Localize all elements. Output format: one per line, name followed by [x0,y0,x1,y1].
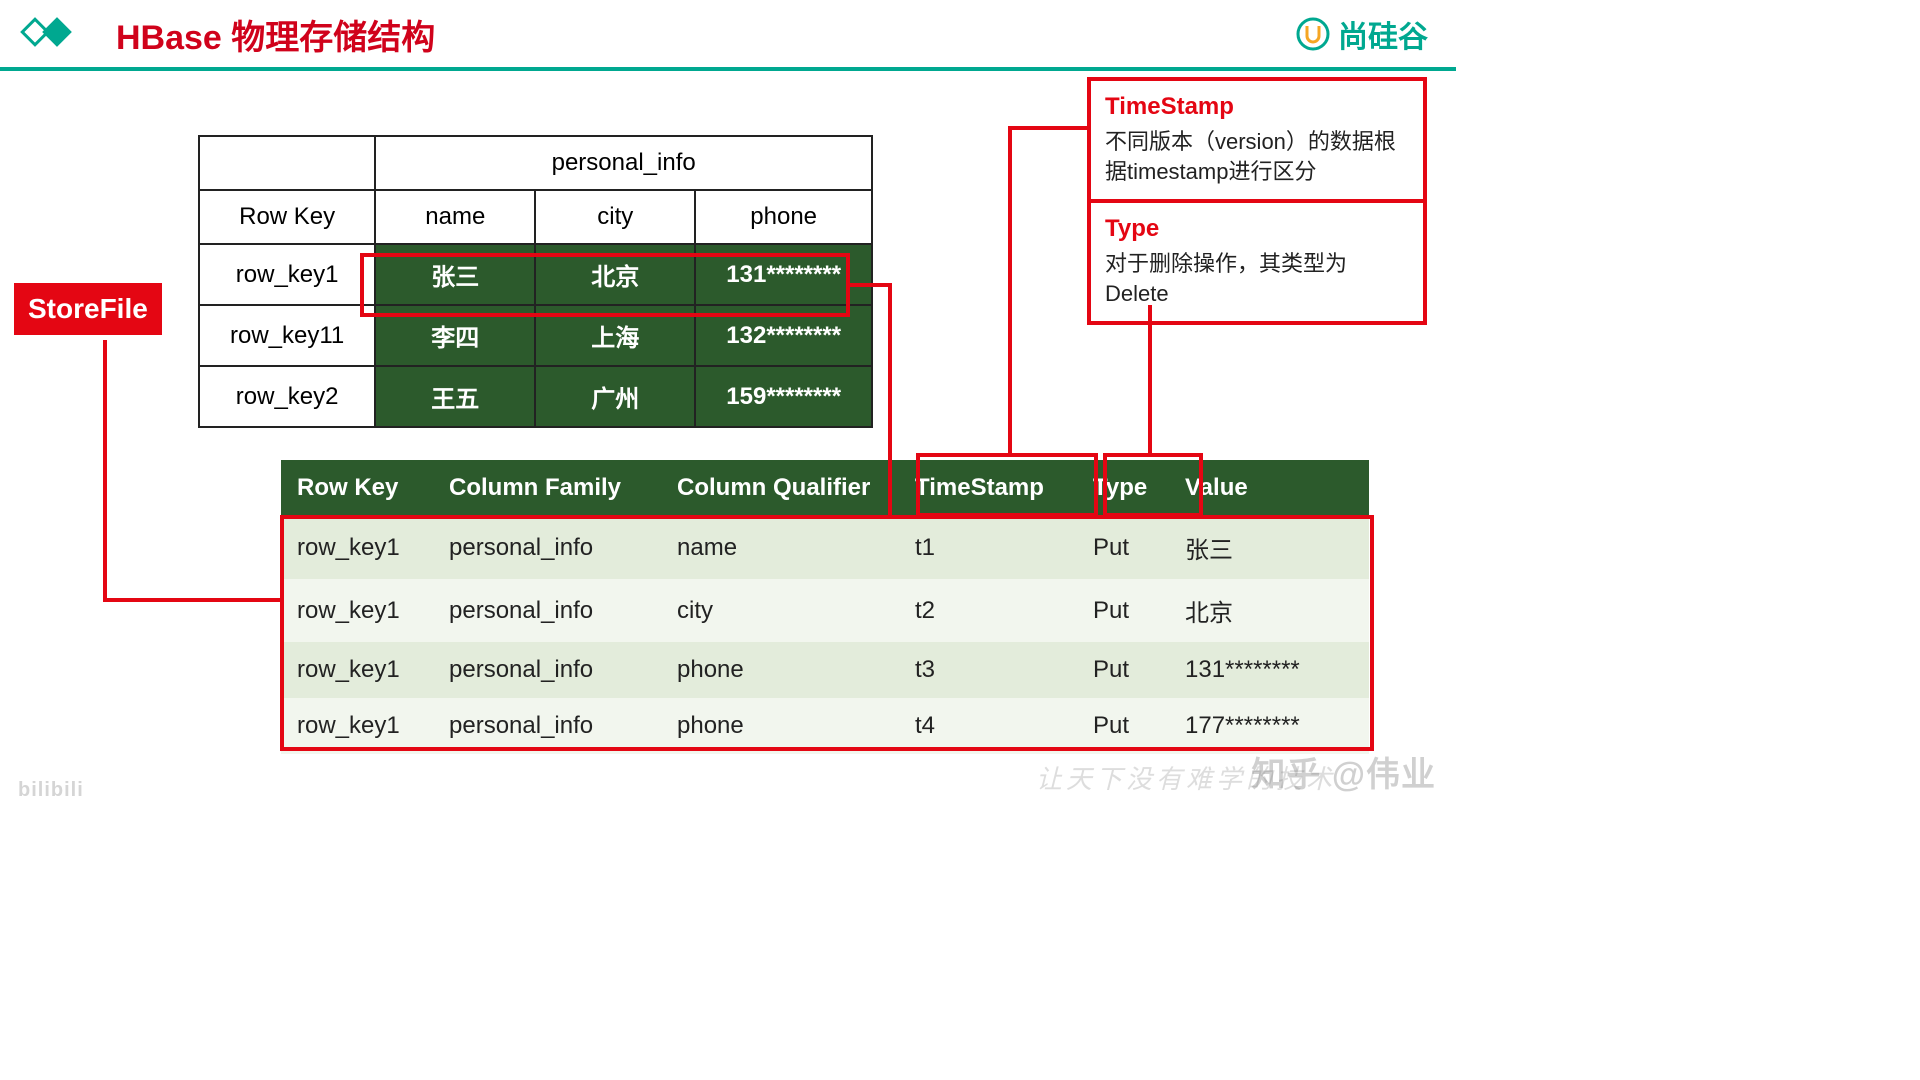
col-header-city: city [535,190,695,244]
phys-cell: row_key1 [281,698,433,754]
phys-cell: Put [1077,516,1169,579]
value-cell: 131******** [695,244,872,305]
phys-cell: personal_info [433,579,661,642]
value-cell: 132******** [695,305,872,366]
phys-cell: t4 [899,698,1077,754]
callout-timestamp: TimeStamp 不同版本（version）的数据根据timestamp进行区… [1087,77,1427,203]
phys-cell: personal_info [433,698,661,754]
phys-header-value: Value [1169,460,1369,516]
callout-body: 不同版本（version）的数据根据timestamp进行区分 [1105,127,1409,186]
value-cell: 北京 [535,244,695,305]
phys-cell: row_key1 [281,642,433,698]
table-row: row_key1 personal_info phone t4 Put 177*… [281,698,1369,754]
rowkey-cell: row_key1 [199,244,375,305]
phys-header-cq: Column Qualifier [661,460,899,516]
watermark: 知乎 @伟业 [1251,747,1436,796]
phys-cell: name [661,516,899,579]
phys-cell: row_key1 [281,516,433,579]
callout-title: Type [1105,213,1409,245]
diamond-logo-icon [20,15,76,55]
phys-header-type: Type [1077,460,1169,516]
col-header-name: name [375,190,535,244]
phys-cell: phone [661,642,899,698]
header: HBase 物理存储结构 尚硅谷 [0,0,1456,71]
value-cell: 广州 [535,366,695,427]
callout-title: TimeStamp [1105,91,1409,123]
value-cell: 张三 [375,244,535,305]
logical-table: personal_info Row Key name city phone ro… [198,135,873,428]
phys-cell: Put [1077,698,1169,754]
phys-cell: 北京 [1169,579,1369,642]
table-row: row_key1 personal_info city t2 Put 北京 [281,579,1369,642]
value-cell: 李四 [375,305,535,366]
brand: 尚硅谷 [1296,12,1428,56]
value-cell: 王五 [375,366,535,427]
phys-cell: row_key1 [281,579,433,642]
phys-cell: city [661,579,899,642]
phys-cell: 177******** [1169,698,1369,754]
phys-cell: t2 [899,579,1077,642]
phys-cell: Put [1077,579,1169,642]
logical-row: row_key1 张三 北京 131******** [199,244,872,305]
phys-cell: 张三 [1169,516,1369,579]
rowkey-cell: row_key2 [199,366,375,427]
physical-table: Row Key Column Family Column Qualifier T… [281,460,1369,754]
phys-header-rowkey: Row Key [281,460,433,516]
logical-row: row_key11 李四 上海 132******** [199,305,872,366]
bilibili-watermark: bilibili [18,779,84,802]
phys-cell: 131******** [1169,642,1369,698]
page-title: HBase 物理存储结构 [116,10,435,59]
value-cell: 上海 [535,305,695,366]
logical-row: row_key2 王五 广州 159******** [199,366,872,427]
rowkey-cell: row_key11 [199,305,375,366]
phys-header-ts: TimeStamp [899,460,1077,516]
blank-header-cell [199,136,375,190]
callout-type: Type 对于删除操作，其类型为Delete [1087,199,1427,325]
value-cell: 159******** [695,366,872,427]
table-row: row_key1 personal_info phone t3 Put 131*… [281,642,1369,698]
phys-header-cf: Column Family [433,460,661,516]
phys-cell: personal_info [433,516,661,579]
phys-cell: phone [661,698,899,754]
col-header-phone: phone [695,190,872,244]
phys-cell: personal_info [433,642,661,698]
storefile-label: StoreFile [14,283,162,335]
rowkey-header: Row Key [199,190,375,244]
callout-body: 对于删除操作，其类型为Delete [1105,249,1409,308]
phys-cell: Put [1077,642,1169,698]
phys-cell: t1 [899,516,1077,579]
column-family-header: personal_info [375,136,872,190]
table-row: row_key1 personal_info name t1 Put 张三 [281,516,1369,579]
brand-logo-icon [1296,17,1330,51]
brand-text: 尚硅谷 [1338,12,1428,56]
phys-cell: t3 [899,642,1077,698]
